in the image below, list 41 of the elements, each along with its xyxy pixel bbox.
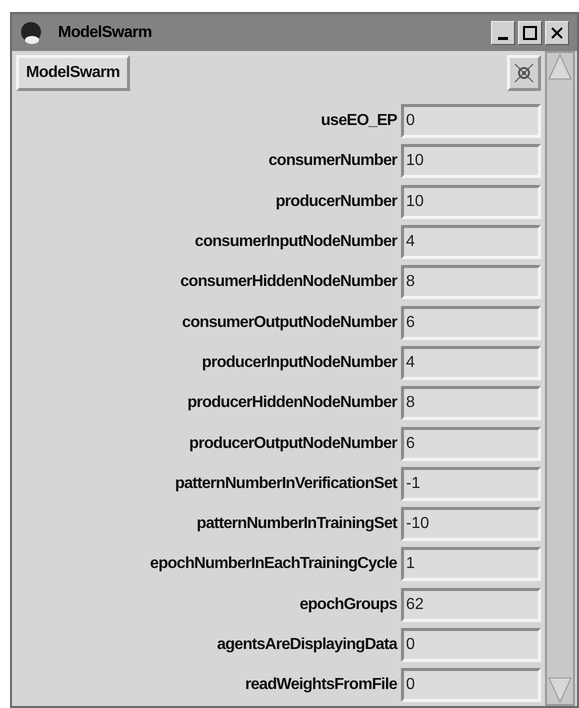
minimize-icon bbox=[498, 36, 508, 40]
input-field[interactable]: 0 bbox=[401, 104, 541, 138]
input-field[interactable]: 0 bbox=[401, 628, 541, 662]
field-label: producerHiddenNodeNumber bbox=[186, 393, 397, 414]
field-label: patternNumberInTrainingSet bbox=[196, 514, 397, 534]
field-label: consumerOutputNodeNumber bbox=[181, 312, 397, 333]
destroy-button[interactable] bbox=[507, 55, 541, 91]
input-field[interactable]: 10 bbox=[401, 184, 541, 219]
field-label: patternNumberInVerificationSet bbox=[174, 474, 397, 494]
crossed-wheel-icon bbox=[513, 62, 535, 84]
input-field[interactable]: -10 bbox=[401, 507, 541, 542]
window-title: ModelSwarm bbox=[58, 22, 152, 42]
close-button[interactable] bbox=[545, 20, 569, 44]
field-label: producerNumber bbox=[274, 192, 397, 212]
field-label: consumerHiddenNodeNumber bbox=[179, 272, 397, 292]
maximize-button[interactable] bbox=[518, 20, 542, 44]
input-field[interactable]: 4 bbox=[401, 346, 541, 380]
field-label: readWeightsFromFile bbox=[244, 675, 397, 696]
input-field[interactable]: 6 bbox=[401, 426, 541, 461]
field-label: consumerNumber bbox=[267, 151, 397, 172]
input-field[interactable]: 62 bbox=[401, 588, 541, 622]
input-field[interactable]: 8 bbox=[401, 265, 541, 300]
field-label: epochGroups bbox=[298, 594, 397, 615]
header-button[interactable]: ModelSwarm bbox=[16, 55, 130, 91]
input-field[interactable]: 4 bbox=[401, 225, 541, 260]
input-field[interactable]: 1 bbox=[401, 547, 541, 582]
input-field[interactable]: -1 bbox=[401, 466, 541, 501]
field-label: useEO_EP bbox=[320, 111, 397, 132]
maximize-icon bbox=[523, 26, 537, 40]
input-field[interactable]: 10 bbox=[401, 144, 541, 178]
app-icon bbox=[20, 20, 42, 44]
field-label: producerInputNodeNumber bbox=[200, 352, 397, 373]
input-field[interactable]: 0 bbox=[401, 668, 541, 702]
field-label: producerOutputNodeNumber bbox=[188, 434, 397, 454]
field-label: consumerInputNodeNumber bbox=[194, 232, 397, 252]
input-field[interactable]: 6 bbox=[401, 306, 541, 340]
field-label: agentsAreDisplayingData bbox=[216, 635, 397, 655]
field-label: epochNumberInEachTrainingCycle bbox=[149, 554, 397, 574]
input-field[interactable]: 8 bbox=[401, 386, 541, 420]
close-icon bbox=[550, 26, 564, 40]
minimize-button[interactable] bbox=[491, 20, 515, 44]
